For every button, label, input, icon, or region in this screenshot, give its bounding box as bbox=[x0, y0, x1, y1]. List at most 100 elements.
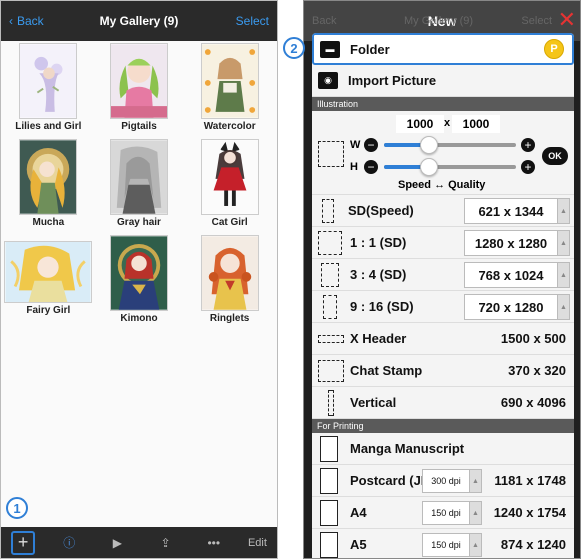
gallery-item[interactable]: Watercolor bbox=[184, 43, 275, 133]
close-icon[interactable]: ✕ bbox=[558, 7, 576, 33]
step-1-badge: 1 bbox=[6, 497, 28, 519]
new-canvas-screen: Back My Gallery (9) Select New ✕ ▬ Folde… bbox=[303, 0, 581, 559]
print-row[interactable]: Postcard (JP) 300 dpi ▲ 1181 x 1748 bbox=[312, 465, 574, 497]
select-button[interactable]: Select bbox=[236, 14, 269, 28]
gallery-item[interactable]: Fairy Girl bbox=[3, 235, 94, 325]
size-selector[interactable]: 768 x 1024 ▲ bbox=[464, 262, 570, 288]
h-label: H bbox=[350, 161, 358, 173]
preset-row[interactable]: Chat Stamp 370 x 320 bbox=[312, 355, 574, 387]
artwork-thumbnail[interactable] bbox=[109, 43, 168, 119]
play-icon[interactable]: ▶ bbox=[103, 531, 131, 555]
import-picture-option[interactable]: ◉ Import Picture bbox=[312, 65, 574, 97]
dpi-value: 150 dpi bbox=[431, 508, 461, 518]
width-slider-knob[interactable] bbox=[420, 136, 438, 154]
preset-row[interactable]: SD(Speed) 621 x 1344 ▲ bbox=[312, 195, 574, 227]
more-icon[interactable]: ••• bbox=[200, 531, 228, 555]
preset-row[interactable]: 9 : 16 (SD) 720 x 1280 ▲ bbox=[312, 291, 574, 323]
preset-row[interactable]: 1 : 1 (SD) 1280 x 1280 ▲ bbox=[312, 227, 574, 259]
preset-row[interactable]: Vertical 690 x 4096 bbox=[312, 387, 574, 419]
preset-label: SD(Speed) bbox=[348, 203, 414, 218]
print-label: A5 bbox=[350, 537, 367, 552]
artwork-thumbnail[interactable] bbox=[109, 139, 168, 215]
info-icon[interactable]: ⓘ bbox=[55, 531, 83, 555]
size-selector[interactable]: 621 x 1344 ▲ bbox=[464, 198, 570, 224]
width-minus-button[interactable]: − bbox=[364, 138, 378, 152]
preset-row[interactable]: X Header 1500 x 500 bbox=[312, 323, 574, 355]
size-value: 1500 x 500 bbox=[500, 331, 566, 346]
preset-label: 3 : 4 (SD) bbox=[350, 267, 407, 282]
height-slider[interactable] bbox=[384, 165, 516, 169]
size-value: 720 x 1280 bbox=[478, 299, 544, 315]
gallery-item[interactable]: Gray hair bbox=[94, 139, 185, 229]
section-illustration: Illustration bbox=[312, 97, 574, 111]
gallery-item[interactable]: Kimono bbox=[94, 235, 185, 325]
dpi-selector[interactable]: 300 dpi ▲ bbox=[422, 469, 482, 493]
artwork-caption: Watercolor bbox=[203, 121, 256, 132]
page-icon bbox=[320, 499, 338, 526]
share-icon[interactable]: ⇪ bbox=[152, 531, 180, 555]
artwork-caption: Pigtails bbox=[121, 121, 157, 132]
frame-icon bbox=[318, 359, 344, 382]
page-icon bbox=[320, 435, 338, 462]
print-row[interactable]: A4 150 dpi ▲ 1240 x 1754 bbox=[312, 497, 574, 529]
dpi-selector[interactable]: 150 dpi ▲ bbox=[422, 533, 482, 557]
folder-option[interactable]: ▬ Folder P bbox=[312, 33, 574, 65]
artwork-thumbnail[interactable] bbox=[19, 139, 78, 215]
artwork-thumbnail[interactable] bbox=[4, 241, 93, 303]
gallery-item[interactable]: Lilies and Girl bbox=[3, 43, 94, 133]
size-value: 690 x 4096 bbox=[500, 395, 566, 410]
frame-icon bbox=[321, 262, 339, 287]
size-value: 1181 x 1748 bbox=[494, 473, 566, 488]
ghost-title: My Gallery (9) bbox=[404, 15, 474, 27]
width-value[interactable]: 1000 bbox=[396, 115, 444, 133]
stepper-arrow-icon: ▲ bbox=[557, 231, 569, 255]
screenshot-root: ‹ Back My Gallery (9) Select Lilies and … bbox=[0, 0, 581, 559]
size-selector[interactable]: 1280 x 1280 ▲ bbox=[464, 230, 570, 256]
artwork-thumbnail[interactable] bbox=[109, 235, 168, 311]
stepper-arrow-icon: ▲ bbox=[469, 502, 481, 524]
stepper-arrow-icon: ▲ bbox=[557, 263, 569, 287]
gallery-item[interactable]: Mucha bbox=[3, 139, 94, 229]
back-button[interactable]: ‹ Back bbox=[9, 14, 44, 28]
width-slider[interactable] bbox=[384, 143, 516, 147]
size-value: 370 x 320 bbox=[508, 363, 566, 378]
gallery-item[interactable]: Cat Girl bbox=[184, 139, 275, 229]
artwork-caption: Fairy Girl bbox=[26, 305, 71, 316]
times-label: x bbox=[444, 117, 451, 129]
stepper-arrow-icon: ▲ bbox=[557, 295, 569, 319]
print-row[interactable]: Manga Manuscript bbox=[312, 433, 574, 465]
print-label: A4 bbox=[350, 505, 367, 520]
print-row[interactable]: A5 150 dpi ▲ 874 x 1240 bbox=[312, 529, 574, 558]
height-slider-knob[interactable] bbox=[420, 158, 438, 176]
preset-label: 9 : 16 (SD) bbox=[350, 299, 414, 314]
preset-row[interactable]: 3 : 4 (SD) 768 x 1024 ▲ bbox=[312, 259, 574, 291]
size-value: 621 x 1344 bbox=[478, 203, 544, 219]
frame-icon bbox=[328, 389, 334, 416]
gallery-item[interactable]: Ringlets bbox=[184, 235, 275, 325]
stepper-arrow-icon: ▲ bbox=[469, 470, 481, 492]
custom-frame-icon bbox=[318, 141, 344, 167]
ok-button[interactable]: OK bbox=[542, 147, 568, 165]
import-label: Import Picture bbox=[348, 73, 437, 88]
artwork-thumbnail[interactable] bbox=[19, 43, 78, 119]
height-minus-button[interactable]: − bbox=[364, 160, 378, 174]
gallery-item[interactable]: Pigtails bbox=[94, 43, 185, 133]
step-2-badge: 2 bbox=[283, 37, 305, 59]
folder-label: Folder bbox=[350, 41, 390, 57]
custom-size-panel: 1000 x 1000 W − + H − + OK Speed ↔ Quali… bbox=[312, 111, 574, 195]
height-plus-button[interactable]: + bbox=[521, 160, 535, 174]
artwork-thumbnail[interactable] bbox=[200, 235, 259, 311]
width-plus-button[interactable]: + bbox=[521, 138, 535, 152]
frame-icon bbox=[318, 334, 344, 343]
size-selector[interactable]: 720 x 1280 ▲ bbox=[464, 294, 570, 320]
frame-icon bbox=[323, 294, 337, 319]
artwork-thumbnail[interactable] bbox=[200, 43, 259, 119]
add-button[interactable]: + bbox=[11, 530, 36, 555]
edit-button[interactable]: Edit bbox=[248, 531, 267, 555]
folder-icon: ▬ bbox=[320, 40, 340, 58]
artwork-thumbnail[interactable] bbox=[200, 139, 259, 215]
dpi-selector[interactable]: 150 dpi ▲ bbox=[422, 501, 482, 525]
preset-label: Vertical bbox=[350, 395, 397, 410]
artwork-caption: Gray hair bbox=[117, 217, 161, 228]
height-value[interactable]: 1000 bbox=[452, 115, 500, 133]
